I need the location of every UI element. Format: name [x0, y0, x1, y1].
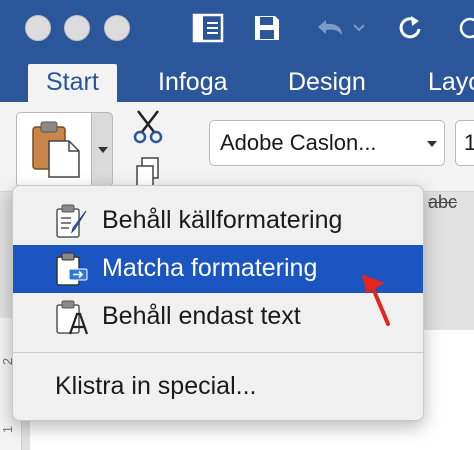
tab-design[interactable]: Design — [270, 64, 384, 102]
tab-layout[interactable]: Layo — [410, 64, 474, 102]
annotation-arrow-icon — [361, 274, 390, 326]
cut-icon[interactable] — [132, 108, 164, 144]
minimize-window-button[interactable] — [64, 15, 90, 41]
zoom-window-button[interactable] — [104, 15, 130, 41]
menu-item-label: Behåll källformatering — [102, 206, 343, 234]
font-size-field[interactable]: 1 — [455, 120, 474, 166]
font-name-field[interactable]: Adobe Caslon... — [209, 120, 420, 166]
paste-options-dropdown[interactable] — [91, 112, 113, 187]
ribbon: Adobe Caslon... 1 — [0, 102, 474, 192]
customize-icon[interactable] — [456, 12, 474, 44]
document-view-icon[interactable] — [190, 12, 226, 44]
undo-icon[interactable] — [312, 12, 368, 44]
title-bar — [0, 0, 474, 58]
chevron-down-icon — [98, 147, 108, 153]
paste-keep-source-icon — [56, 204, 87, 238]
redo-icon[interactable] — [396, 12, 426, 44]
tab-start[interactable]: Start — [28, 64, 117, 102]
menu-separator — [13, 352, 423, 353]
close-window-button[interactable] — [25, 15, 51, 41]
ruler-mark: 1 — [0, 425, 16, 434]
menu-item-keep-source-formatting[interactable]: Behåll källformatering — [13, 197, 423, 245]
save-icon[interactable] — [250, 12, 284, 44]
menu-item-label: Behåll endast text — [102, 302, 301, 330]
menu-item-paste-special[interactable]: Klistra in special... — [55, 372, 256, 401]
paste-icon — [32, 121, 80, 178]
paste-text-only-icon — [56, 300, 89, 335]
strikethrough-sample[interactable]: abc — [428, 192, 457, 213]
ribbon-tab-bar: Start Infoga Design Layo — [0, 58, 474, 102]
paste-button[interactable] — [16, 112, 92, 187]
menu-item-label: Matcha formatering — [102, 254, 318, 282]
font-name-dropdown[interactable] — [419, 120, 445, 166]
chevron-down-icon — [427, 141, 437, 147]
tab-infoga[interactable]: Infoga — [140, 64, 246, 102]
paste-match-formatting-icon — [56, 252, 88, 286]
